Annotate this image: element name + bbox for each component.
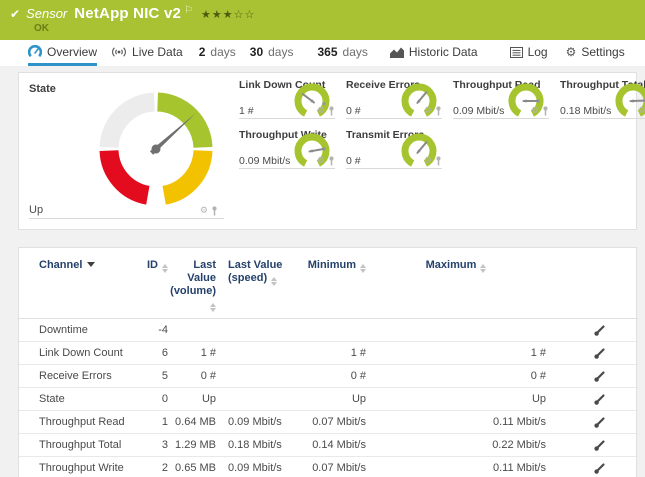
gauge-needle (309, 148, 323, 153)
tab-bar: Overview Live Data 2days 30days 365days … (0, 40, 645, 66)
gauge-cell-state[interactable]: State Up ⚙ (29, 83, 224, 219)
gauge-settings-gear-icon[interactable]: ⚙ (424, 107, 432, 116)
pin-icon[interactable] (211, 206, 218, 216)
table-row[interactable]: Receive Errors 5 0 # 0 # 0 # (19, 365, 638, 388)
table-row[interactable]: Link Down Count 6 1 # 1 # 1 # (19, 342, 638, 365)
sensor-header-banner: ✔ Sensor NetApp NIC v2 ⚐ ★★★☆☆ OK (0, 0, 645, 40)
channel-name-cell: Throughput Write (19, 457, 129, 477)
gauge-cell-throughput-write[interactable]: Throughput Write 0.09 Mbit/s ⚙ (239, 129, 335, 169)
status-ok-check-icon: ✔ (10, 7, 20, 21)
tab-overview[interactable]: Overview (28, 40, 97, 66)
tab-30-days[interactable]: 30days (250, 40, 294, 66)
column-header-channel[interactable]: Channel (19, 250, 129, 319)
gear-icon: ⚙ (566, 46, 577, 58)
gauge-settings-gear-icon[interactable]: ⚙ (200, 207, 208, 216)
gauge-needle (302, 93, 315, 104)
channel-name-cell: Receive Errors (19, 365, 129, 388)
channel-name-cell: Downtime (19, 319, 129, 342)
sort-desc-icon (87, 262, 95, 267)
edit-channel-icon[interactable] (593, 439, 606, 452)
gauge-cell-link-down-count[interactable]: Link Down Count 1 # ⚙ (239, 79, 335, 119)
edit-channel-icon[interactable] (593, 370, 606, 383)
gauge-needle (416, 141, 427, 154)
gauge-value: Up (29, 204, 43, 216)
log-list-icon (510, 47, 523, 58)
gauge-cell-throughput-read[interactable]: Throughput Read 0.09 Mbit/s ⚙ (453, 79, 549, 119)
column-header-last-value-volume[interactable]: Last Value(volume) (168, 250, 216, 319)
column-header-minimum[interactable]: Minimum (299, 250, 366, 319)
gauge-settings-gear-icon[interactable]: ⚙ (531, 107, 539, 116)
sort-icon (210, 303, 216, 312)
channels-table-panel: Channel ID Last Value(volume) Last Value… (18, 247, 637, 477)
table-row[interactable]: Throughput Write 2 0.65 MB 0.09 Mbit/s 0… (19, 457, 638, 477)
column-header-id[interactable]: ID (129, 250, 168, 319)
gauge-needle (630, 99, 644, 102)
gauge-settings-gear-icon[interactable]: ⚙ (638, 107, 645, 116)
edit-channel-icon[interactable] (593, 393, 606, 406)
channel-name-cell: Throughput Total (19, 434, 129, 457)
table-row[interactable]: State 0 Up Up Up (19, 388, 638, 411)
tab-2-days[interactable]: 2days (199, 40, 236, 66)
object-type-label: Sensor (26, 6, 67, 21)
gauge-settings-gear-icon[interactable]: ⚙ (317, 107, 325, 116)
sensor-title: NetApp NIC v2 (74, 5, 181, 22)
status-badge: OK (34, 23, 635, 34)
gauge-icon (28, 45, 42, 59)
pin-icon[interactable] (435, 156, 442, 166)
edit-channel-icon[interactable] (593, 462, 606, 475)
column-header-actions (546, 250, 638, 319)
broadcast-icon (111, 46, 127, 58)
priority-stars[interactable]: ★★★☆☆ (201, 8, 255, 21)
flag-icon[interactable]: ⚐ (184, 5, 193, 16)
pin-icon[interactable] (328, 106, 335, 116)
sort-icon (162, 264, 168, 273)
pin-icon[interactable] (435, 106, 442, 116)
channel-name-cell: Throughput Read (19, 411, 129, 434)
tab-log[interactable]: Log (510, 40, 548, 66)
gauge-settings-gear-icon[interactable]: ⚙ (424, 157, 432, 166)
gauge-cell-throughput-total[interactable]: Throughput Total 0.18 Mbit/s ⚙ (560, 79, 645, 119)
gauge-cell-receive-errors[interactable]: Receive Errors 0 # ⚙ (346, 79, 442, 119)
gauge-needle (524, 100, 538, 103)
tab-live-data[interactable]: Live Data (111, 40, 183, 66)
state-gauge (94, 87, 218, 211)
tab-historic-data[interactable]: Historic Data (390, 40, 478, 66)
sort-icon (360, 264, 366, 273)
edit-channel-icon[interactable] (593, 347, 606, 360)
edit-channel-icon[interactable] (593, 324, 606, 337)
channels-table: Channel ID Last Value(volume) Last Value… (19, 250, 638, 477)
column-header-maximum[interactable]: Maximum (366, 250, 546, 319)
channel-name-cell: State (19, 388, 129, 411)
column-header-last-value-speed[interactable]: Last Value(speed) (216, 250, 299, 319)
gauge-settings-gear-icon[interactable]: ⚙ (317, 157, 325, 166)
sort-icon (271, 277, 277, 286)
sort-icon (480, 264, 486, 273)
table-row[interactable]: Throughput Total 3 1.29 MB 0.18 Mbit/s 0… (19, 434, 638, 457)
tab-365-days[interactable]: 365days (317, 40, 367, 66)
pin-icon[interactable] (328, 156, 335, 166)
gauge-needle (416, 91, 427, 104)
overview-gauges-panel: State Up ⚙ Link Down Count 1 # (18, 72, 637, 230)
gauge-cell-transmit-errors[interactable]: Transmit Errors 0 # ⚙ (346, 129, 442, 169)
channel-name-cell: Link Down Count (19, 342, 129, 365)
tab-settings[interactable]: ⚙ Settings (566, 40, 625, 66)
table-row[interactable]: Throughput Read 1 0.64 MB 0.09 Mbit/s 0.… (19, 411, 638, 434)
chart-icon (390, 46, 404, 58)
pin-icon[interactable] (542, 106, 549, 116)
table-row[interactable]: Downtime -4 (19, 319, 638, 342)
edit-channel-icon[interactable] (593, 416, 606, 429)
